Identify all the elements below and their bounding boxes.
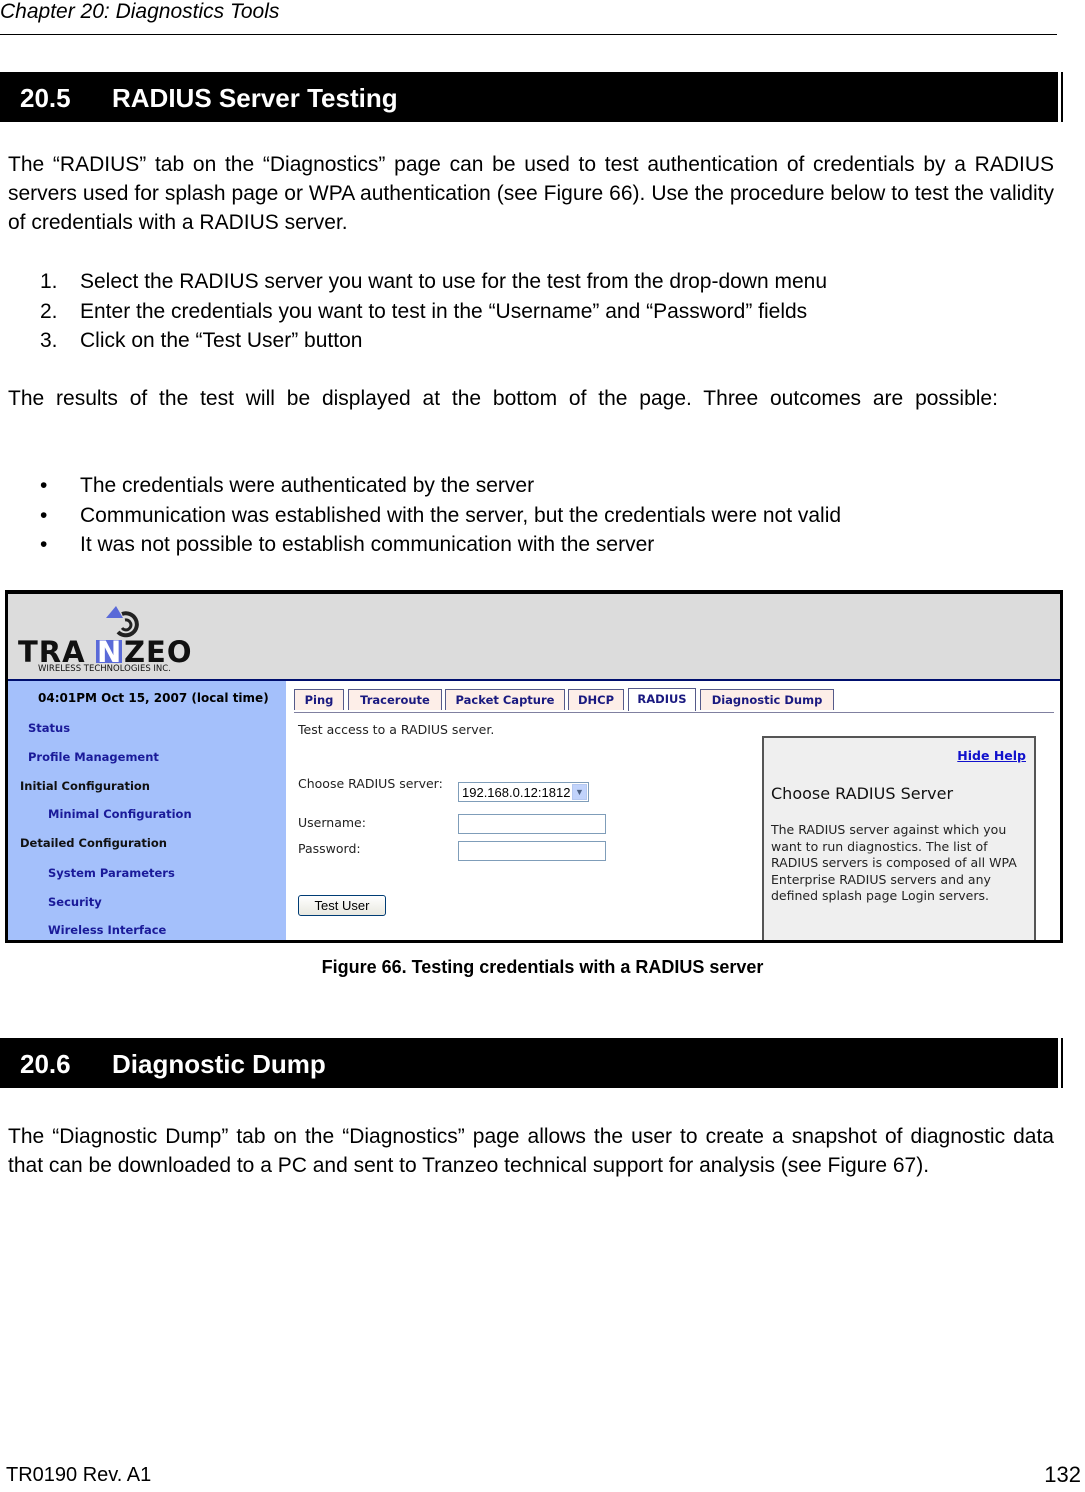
diagnostic-dump-paragraph: The “Diagnostic Dump” tab on the “Diagno… [8, 1125, 1054, 1177]
sidebar-item-status[interactable]: Status [28, 721, 70, 735]
hide-help-link[interactable]: Hide Help [957, 748, 1026, 763]
footer-document-id: TR0190 Rev. A1 [6, 1464, 152, 1486]
running-head: Chapter 20: Diagnostics Tools [0, 0, 280, 23]
step-number: 2. [40, 299, 58, 323]
page-number: 132 [1044, 1462, 1081, 1487]
header-rule [0, 34, 1057, 35]
diagnostics-tabs: Ping Traceroute Packet Capture DHCP RADI… [294, 688, 1054, 713]
section-number: 20.5 [20, 83, 71, 113]
tab-ping[interactable]: Ping [294, 689, 344, 710]
tranzeo-logo: TRA N ZEO WIRELESS TECHNOLOGIES INC. [16, 602, 236, 677]
radius-server-value: 192.168.0.12:1812 [462, 785, 571, 800]
sidebar-heading-initial-configuration: Initial Configuration [20, 779, 150, 793]
sidebar-datetime: 04:01PM Oct 15, 2007 (local time) [38, 691, 269, 705]
radius-server-label: Choose RADIUS server: [298, 776, 443, 791]
tab-dhcp[interactable]: DHCP [568, 689, 624, 710]
tab-packet-capture[interactable]: Packet Capture [445, 689, 565, 710]
sidebar-item-system-parameters[interactable]: System Parameters [48, 866, 175, 880]
help-panel: Hide Help Choose RADIUS Server The RADIU… [762, 736, 1036, 940]
logo-tagline: WIRELESS TECHNOLOGIES INC. [38, 664, 171, 674]
tab-radius[interactable]: RADIUS [628, 688, 696, 711]
sidebar-item-security[interactable]: Security [48, 895, 102, 909]
step-number: 3. [40, 329, 58, 352]
password-label: Password: [298, 841, 361, 856]
step-number: 1. [40, 270, 58, 293]
radius-server-select[interactable]: 192.168.0.12:1812 ▼ [458, 782, 589, 802]
web-ui-main: Ping Traceroute Packet Capture DHCP RADI… [286, 681, 1060, 940]
step-text: Click on the “Test User” button [80, 329, 363, 352]
web-ui-header: TRA N ZEO WIRELESS TECHNOLOGIES INC. [8, 594, 1060, 681]
step-text: Select the RADIUS server you want to use… [80, 270, 828, 293]
help-title: Choose RADIUS Server [771, 784, 954, 803]
section-intro-paragraph: The “RADIUS” tab on the “Diagnostics” pa… [8, 153, 1054, 234]
outcome-text: Communication was established with the s… [80, 503, 842, 527]
section-number: 20.6 [20, 1049, 71, 1079]
test-user-button[interactable]: Test User [298, 895, 386, 916]
bullet: • [40, 474, 48, 497]
section-heading-20-6: 20.6 Diagnostic Dump [0, 1038, 1061, 1088]
username-input[interactable] [458, 814, 606, 834]
sidebar-heading-detailed-configuration: Detailed Configuration [20, 836, 167, 850]
chevron-down-icon[interactable]: ▼ [572, 784, 587, 800]
figure-66-screenshot: TRA N ZEO WIRELESS TECHNOLOGIES INC. 04:… [5, 590, 1063, 943]
figure-caption: Figure 66. Testing credentials with a RA… [321, 957, 764, 977]
bullet: • [40, 503, 48, 527]
results-paragraph: The results of the test will be displaye… [8, 387, 998, 410]
password-input[interactable] [458, 841, 606, 861]
step-text: Enter the credentials you want to test i… [80, 299, 808, 323]
outcome-text: The credentials were authenticated by th… [80, 474, 535, 497]
form-description: Test access to a RADIUS server. [298, 722, 495, 737]
outcome-text: It was not possible to establish communi… [80, 533, 655, 556]
sidebar-item-minimal-configuration[interactable]: Minimal Configuration [48, 807, 192, 821]
section-title: RADIUS Server Testing [112, 83, 398, 113]
section-heading-20-5: 20.5 RADIUS Server Testing [0, 72, 1061, 122]
sidebar-item-wireless-interface[interactable]: Wireless Interface [48, 923, 166, 937]
sidebar-item-profile-management[interactable]: Profile Management [28, 750, 159, 764]
bullet: • [40, 533, 48, 556]
username-label: Username: [298, 815, 366, 830]
help-body: The RADIUS server against which you want… [771, 822, 1017, 903]
web-ui-sidebar: 04:01PM Oct 15, 2007 (local time) Status… [8, 681, 286, 940]
section-title: Diagnostic Dump [112, 1049, 326, 1079]
tab-diagnostic-dump[interactable]: Diagnostic Dump [700, 689, 834, 710]
tab-traceroute[interactable]: Traceroute [348, 689, 442, 710]
